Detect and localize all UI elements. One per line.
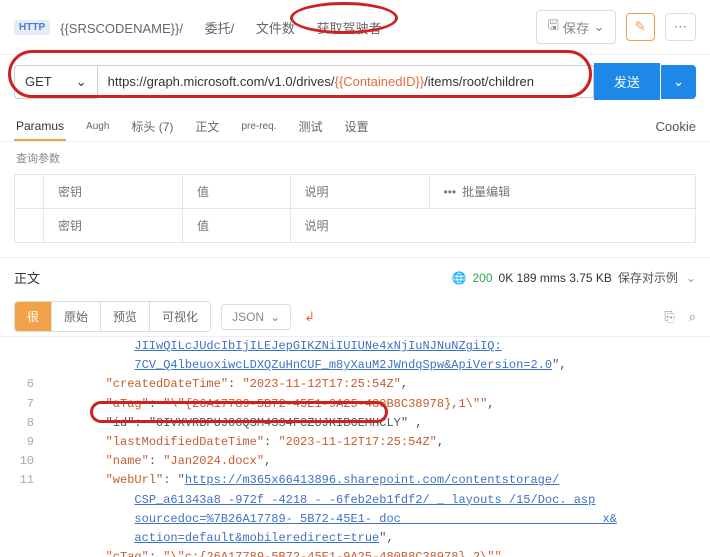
- chevron-down-icon: ⌄: [673, 74, 684, 89]
- link[interactable]: 7CV_Q4lbeuoxiwcLDXQZuHnCUF_m8yXauM2JWndq…: [134, 358, 552, 372]
- json-line: 10 "name": "Jan2024.docx",: [14, 452, 696, 471]
- link[interactable]: sourcedoc=%7B26A17789- 5B72-45E1- doc x&: [134, 512, 616, 526]
- json-line: 11 "webUrl": "https://m365x66413896.shar…: [14, 471, 696, 490]
- search-icon[interactable]: ⌕: [689, 309, 696, 325]
- code: "id": "OIVXVRBPUJ06QSM4S34FCZUJKIBOEMHCL…: [48, 414, 696, 433]
- line-number: 6: [14, 375, 48, 394]
- chevron-down-icon: ⌄: [270, 310, 280, 324]
- status-code: 200: [473, 271, 493, 285]
- view-pretty[interactable]: 很: [15, 302, 51, 331]
- code: "lastModifiedDateTime": "2023-11-12T17:2…: [48, 433, 696, 452]
- code: "aTag": "\"{26A17789-5B72-45E1-9A25-480B…: [48, 395, 696, 414]
- table-row[interactable]: 密钥 值 说明: [15, 209, 696, 243]
- line-number: [14, 337, 48, 356]
- desc-cell[interactable]: 说明: [290, 209, 695, 243]
- code: "createdDateTime": "2023-11-12T17:25:54Z…: [48, 375, 696, 394]
- view-preview[interactable]: 预览: [100, 302, 149, 331]
- tab-settings[interactable]: 设置: [342, 112, 370, 141]
- line-number: [14, 548, 48, 557]
- edit-button[interactable]: ✎: [626, 13, 655, 41]
- code: sourcedoc=%7B26A17789- 5B72-45E1- doc x&: [48, 510, 696, 529]
- line-number: [14, 356, 48, 375]
- response-title: 正文: [14, 268, 40, 287]
- json-line: 8 "id": "OIVXVRBPUJ06QSM4S34FCZUJKIBOEMH…: [14, 414, 696, 433]
- line-number: [14, 491, 48, 510]
- tab-params[interactable]: Paramus: [14, 113, 66, 141]
- tab-prereq[interactable]: pre-req.: [239, 115, 278, 138]
- save-icon: 🖫: [547, 16, 558, 38]
- view-raw[interactable]: 原始: [51, 302, 100, 331]
- tab-headers[interactable]: 标头 (7): [129, 112, 175, 141]
- bulk-edit-button[interactable]: •••批量编辑: [429, 175, 695, 209]
- col-desc: 说明: [290, 175, 429, 209]
- send-button[interactable]: 发送: [594, 63, 660, 100]
- line-number: 10: [14, 452, 48, 471]
- line-number: 11: [14, 471, 48, 490]
- json-line: sourcedoc=%7B26A17789- 5B72-45E1- doc x&: [14, 510, 696, 529]
- json-line: 7 "aTag": "\"{26A17789-5B72-45E1-9A25-48…: [14, 395, 696, 414]
- send-dropdown[interactable]: ⌄: [661, 65, 696, 99]
- url-input[interactable]: https://graph.microsoft.com/v1.0/drives/…: [97, 65, 594, 98]
- line-number: 8: [14, 414, 48, 433]
- code: 7CV_Q4lbeuoxiwcLDXQZuHnCUF_m8yXauM2JWndq…: [48, 356, 696, 375]
- json-line: action=default&mobileredirect=true",: [14, 529, 696, 548]
- pencil-icon: ✎: [635, 19, 646, 34]
- json-line: CSP_a61343a8 -972f -4218 - -6feb2eb1fdf2…: [14, 491, 696, 510]
- ellipsis-icon: ⋯: [674, 19, 687, 34]
- code: JIIwQILcJUdcIbIjILEJepGIKZNiIUIUNe4xNjIu…: [48, 337, 696, 356]
- code: CSP_a61343a8 -972f -4218 - -6feb2eb1fdf2…: [48, 491, 696, 510]
- json-line: 7CV_Q4lbeuoxiwcLDXQZuHnCUF_m8yXauM2JWndq…: [14, 356, 696, 375]
- line-number: [14, 510, 48, 529]
- code: "webUrl": "https://m365x66413896.sharepo…: [48, 471, 696, 490]
- method-select[interactable]: GET ⌄: [14, 65, 97, 99]
- save-button[interactable]: 🖫 保存 ⌄: [536, 10, 615, 44]
- tab-body[interactable]: 正文: [193, 112, 221, 141]
- save-response-button[interactable]: 保存对示例: [618, 269, 678, 286]
- url-variable: {{ContainedID}}: [335, 74, 425, 89]
- format-dropdown[interactable]: JSON ⌄: [221, 304, 291, 330]
- copy-icon[interactable]: ⎘: [664, 309, 674, 325]
- status-text: 0K 189 mms 3.75 KB: [499, 271, 612, 285]
- line-number: [14, 529, 48, 548]
- json-line: JIIwQILcJUdcIbIjILEJepGIKZNiIUIUNe4xNjIu…: [14, 337, 696, 356]
- key-cell[interactable]: 密钥: [44, 209, 183, 243]
- more-button[interactable]: ⋯: [665, 13, 696, 41]
- crumb-2[interactable]: 文件数: [256, 21, 295, 36]
- code: action=default&mobileredirect=true",: [48, 529, 696, 548]
- json-line: 9 "lastModifiedDateTime": "2023-11-12T17…: [14, 433, 696, 452]
- wrap-lines-button[interactable]: ↲: [299, 304, 320, 330]
- json-line: "cTag": "\"c:{26A17789-5B72-45E1-9A25-48…: [14, 548, 696, 557]
- response-body[interactable]: JIIwQILcJUdcIbIjILEJepGIKZNiIUIUNe4xNjIu…: [0, 337, 710, 557]
- value-cell[interactable]: 值: [183, 209, 291, 243]
- method-value: GET: [25, 74, 52, 89]
- col-key: 密钥: [44, 175, 183, 209]
- query-params-label: 查询参数: [0, 142, 710, 174]
- view-visualize[interactable]: 可视化: [149, 302, 210, 331]
- link[interactable]: JIIwQILcJUdcIbIjILEJepGIKZNiIUIUNe4xNjIu…: [134, 339, 501, 353]
- breadcrumb: {{SRSCODENAME}}/ 委托/ 文件数 获取驾驶者: [60, 18, 399, 37]
- save-label: 保存: [563, 18, 590, 37]
- chevron-down-icon: ⌄: [593, 19, 604, 35]
- line-number: 9: [14, 433, 48, 452]
- table-header-row: 密钥 值 说明 •••批量编辑: [15, 175, 696, 209]
- code: "cTag": "\"c:{26A17789-5B72-45E1-9A25-48…: [48, 548, 696, 557]
- line-number: 7: [14, 395, 48, 414]
- crumb-1[interactable]: 委托/: [205, 21, 235, 36]
- chevron-down-icon: ⌄: [76, 74, 87, 90]
- crumb-3[interactable]: 获取驾驶者: [316, 21, 381, 36]
- link[interactable]: https://m365x66413896.sharepoint.com/con…: [185, 473, 559, 487]
- tab-auth[interactable]: Augh: [84, 115, 111, 138]
- link[interactable]: CSP_a61343a8 -972f -4218 - -6feb2eb1fdf2…: [134, 493, 595, 507]
- crumb-0[interactable]: {{SRSCODENAME}}/: [60, 21, 183, 36]
- code: "name": "Jan2024.docx",: [48, 452, 696, 471]
- http-badge: HTTP: [14, 20, 50, 35]
- globe-icon[interactable]: 🌐: [452, 271, 467, 285]
- cookies-link[interactable]: Cookie: [656, 119, 696, 134]
- json-line: 6 "createdDateTime": "2023-11-12T17:25:5…: [14, 375, 696, 394]
- params-table: 密钥 值 说明 •••批量编辑 密钥 值 说明: [14, 174, 696, 243]
- chevron-down-icon[interactable]: ⌄: [686, 271, 696, 285]
- tab-tests[interactable]: 测试: [296, 112, 324, 141]
- col-value: 值: [183, 175, 291, 209]
- link[interactable]: action=default&mobileredirect=true: [134, 531, 379, 545]
